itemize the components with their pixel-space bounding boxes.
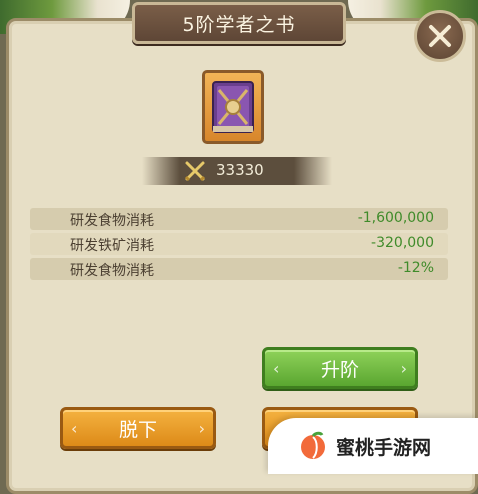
chevron-right-icon: › (198, 419, 205, 438)
chevron-left-icon: ‹ (273, 359, 280, 378)
stat-row: 研发食物消耗 -1,600,000 (30, 208, 448, 230)
title-plate: 5阶学者之书 (132, 2, 346, 44)
stat-row: 研发铁矿消耗 -320,000 (30, 233, 448, 255)
close-x-icon (429, 25, 451, 47)
stat-value: -320,000 (371, 235, 434, 251)
chevron-left-icon: ‹ (71, 419, 78, 438)
item-icon-frame[interactable] (202, 70, 264, 144)
book-icon (212, 81, 254, 133)
watermark: 蜜桃手游网 (268, 418, 478, 474)
stat-row: 研发食物消耗 -12% (30, 258, 448, 280)
watermark-text: 蜜桃手游网 (336, 436, 432, 459)
peach-logo-icon (301, 431, 325, 459)
chevron-right-icon: › (400, 359, 407, 378)
stat-value: -12% (397, 260, 434, 276)
crossed-swords-icon (184, 161, 206, 182)
stat-label: 研发食物消耗 (70, 263, 154, 279)
unequip-button[interactable]: ‹ 脱下 › (60, 407, 216, 449)
stat-label: 研发食物消耗 (70, 213, 154, 229)
power-bar: 33330 (142, 157, 332, 185)
close-button[interactable] (414, 10, 466, 62)
unequip-button-label: 脱下 (118, 418, 157, 441)
stat-label: 研发铁矿消耗 (70, 238, 154, 254)
power-value: 33330 (216, 161, 264, 179)
upgrade-button-label: 升阶 (320, 358, 359, 381)
upgrade-button[interactable]: ‹ 升阶 › (262, 347, 418, 389)
stat-value: -1,600,000 (357, 210, 434, 226)
panel-title: 5阶学者之书 (182, 13, 296, 36)
